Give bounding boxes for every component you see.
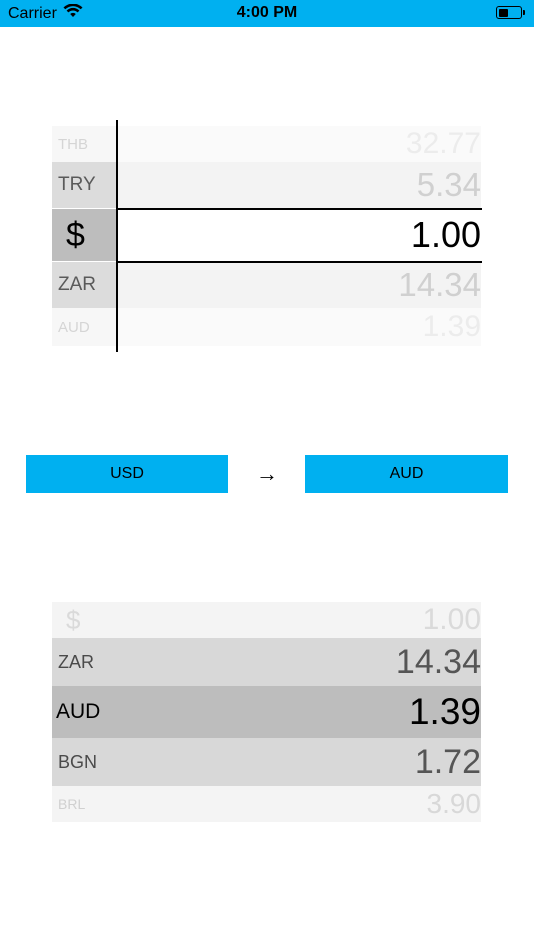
selection-line-bottom bbox=[116, 261, 482, 263]
picker-row[interactable]: BGN 1.72 bbox=[52, 738, 481, 786]
currency-value: 3.90 bbox=[426, 788, 482, 819]
currency-code: $ bbox=[66, 604, 81, 635]
currency-value: 32.77 bbox=[116, 126, 481, 162]
picker-row[interactable]: BRL 3.90 bbox=[52, 786, 481, 822]
currency-code: $ bbox=[52, 209, 116, 261]
currency-value: 1.00 bbox=[116, 209, 481, 261]
currency-value: 14.34 bbox=[395, 642, 481, 681]
picker-row[interactable]: ZAR 14.34 bbox=[52, 638, 481, 686]
picker-divider-vertical bbox=[116, 120, 118, 352]
currency-code: THB bbox=[52, 126, 116, 162]
status-bar: Carrier 4:00 PM bbox=[0, 0, 534, 27]
currency-value: 1.00 bbox=[422, 603, 481, 636]
selection-line-top bbox=[116, 208, 482, 210]
currency-code: ZAR bbox=[52, 262, 116, 308]
battery-fill bbox=[498, 8, 508, 17]
picker-row[interactable]: $ 1.00 bbox=[52, 602, 481, 638]
currency-value: 1.39 bbox=[116, 308, 481, 346]
currency-value: 14.34 bbox=[116, 262, 481, 308]
currency-value: 1.72 bbox=[414, 742, 481, 781]
currency-code: ZAR bbox=[58, 651, 94, 672]
target-currency-picker[interactable]: $ 1.00 ZAR 14.34 AUD 1.39 BGN 1.72 BRL 3… bbox=[52, 602, 481, 822]
currency-code: AUD bbox=[56, 700, 101, 723]
to-currency-button[interactable]: AUD bbox=[305, 455, 508, 493]
currency-code: BRL bbox=[58, 796, 86, 812]
from-currency-button[interactable]: USD bbox=[26, 455, 228, 493]
currency-code: TRY bbox=[52, 162, 116, 208]
currency-value: 5.34 bbox=[116, 162, 481, 208]
currency-code: AUD bbox=[52, 308, 116, 346]
currency-value: 1.39 bbox=[408, 691, 481, 732]
battery-icon bbox=[496, 6, 525, 19]
picker-row-selected[interactable]: AUD 1.39 bbox=[52, 686, 481, 738]
currency-code: BGN bbox=[58, 751, 98, 772]
status-time: 4:00 PM bbox=[236, 4, 298, 21]
arrow-right-icon: → bbox=[256, 461, 278, 486]
